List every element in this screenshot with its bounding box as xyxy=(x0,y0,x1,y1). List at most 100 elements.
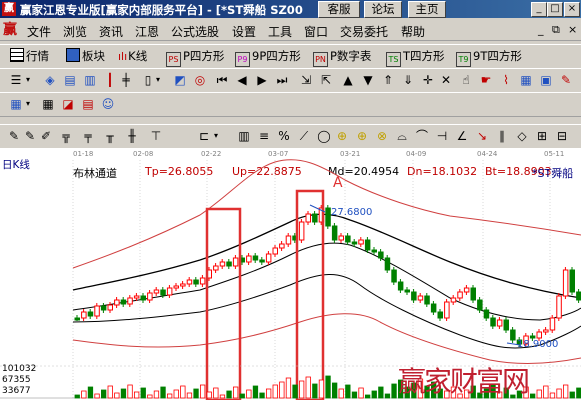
candle xyxy=(536,331,542,339)
upper-band xyxy=(72,213,581,299)
volume-bar xyxy=(94,393,100,399)
volume-bar xyxy=(186,392,193,399)
watermark: 赢家财富网 xyxy=(398,365,530,398)
volume-bar xyxy=(180,385,186,399)
candle xyxy=(127,297,133,305)
candle xyxy=(477,299,483,311)
volume-bar xyxy=(246,389,252,399)
candle xyxy=(463,287,470,293)
volume-bar xyxy=(576,387,581,399)
volume-bar xyxy=(199,384,206,399)
candle xyxy=(153,289,160,294)
volume-bar xyxy=(259,392,265,399)
volume-bar xyxy=(232,386,239,399)
volume-bar xyxy=(265,388,272,399)
volume-bar xyxy=(312,383,318,399)
lower-band xyxy=(72,274,581,349)
candle xyxy=(298,221,305,241)
candle xyxy=(246,255,252,263)
candle xyxy=(543,329,549,333)
candle xyxy=(556,295,562,319)
volume-bar xyxy=(140,387,146,399)
candle xyxy=(457,291,463,299)
candle xyxy=(81,311,87,319)
volume-bar xyxy=(298,380,305,399)
candle xyxy=(219,261,226,267)
chart-canvas xyxy=(0,159,581,400)
low-price-label: 18.9000 xyxy=(517,339,559,350)
candle xyxy=(411,291,417,301)
candle xyxy=(312,213,318,223)
candle xyxy=(529,335,536,339)
volume-bar xyxy=(226,390,232,399)
volume-bar xyxy=(160,386,166,399)
volume-bar xyxy=(279,381,285,399)
candle xyxy=(470,287,476,301)
candle xyxy=(364,239,371,251)
volume-bar xyxy=(193,388,199,399)
volume-bar xyxy=(318,379,325,399)
candle xyxy=(351,241,358,245)
volume-bar xyxy=(206,391,212,399)
candle xyxy=(186,279,193,285)
volume-bar xyxy=(272,384,278,399)
volume-bar xyxy=(285,377,292,399)
volume-bar xyxy=(345,384,351,399)
volume-tick: 33677 xyxy=(2,386,31,396)
candle xyxy=(424,295,430,305)
volume-bar xyxy=(173,389,179,399)
volume-bar xyxy=(391,383,397,399)
candle xyxy=(569,269,575,293)
volume-bar xyxy=(543,385,549,399)
volume-bar xyxy=(384,393,391,399)
volume-bar xyxy=(351,391,358,399)
candle xyxy=(325,207,331,227)
candle xyxy=(397,281,404,291)
candle xyxy=(384,257,391,271)
candles xyxy=(74,205,581,347)
candle xyxy=(338,235,344,241)
candle xyxy=(444,301,450,319)
volume-bar xyxy=(325,375,331,399)
candle xyxy=(213,265,219,271)
candle xyxy=(147,292,153,301)
candle xyxy=(166,287,173,296)
candle xyxy=(107,304,113,311)
volume-bar xyxy=(331,382,338,399)
candle xyxy=(252,255,259,261)
candle xyxy=(378,251,384,259)
candle xyxy=(450,297,457,303)
candle xyxy=(199,277,206,285)
candle xyxy=(100,305,107,311)
candle xyxy=(549,317,556,331)
candle xyxy=(173,285,179,289)
volume-bar xyxy=(358,387,364,399)
candle xyxy=(285,235,292,245)
candle xyxy=(140,295,146,301)
volume-bar xyxy=(292,384,298,399)
volume-bar xyxy=(166,393,173,399)
volume-bar xyxy=(239,393,245,399)
candle xyxy=(496,319,503,327)
volume-bar xyxy=(371,390,377,399)
candle xyxy=(87,311,94,317)
volume-bar xyxy=(120,388,127,399)
volume-bar xyxy=(81,390,87,399)
candle xyxy=(483,309,490,319)
candle xyxy=(510,329,516,341)
volume-tick: 67355 xyxy=(2,375,31,385)
volume-bar xyxy=(569,391,575,399)
candle xyxy=(430,303,437,313)
volume-bar xyxy=(219,394,226,399)
volume-bar xyxy=(549,392,556,399)
volume-bar xyxy=(101,389,107,399)
candle xyxy=(259,259,265,263)
candle xyxy=(305,213,311,223)
candle xyxy=(74,317,80,321)
candle xyxy=(391,269,397,283)
candle xyxy=(371,249,377,253)
candle xyxy=(279,243,285,249)
volume-bar xyxy=(364,394,371,399)
volume-bar xyxy=(305,376,311,399)
volume-bar xyxy=(107,385,113,399)
